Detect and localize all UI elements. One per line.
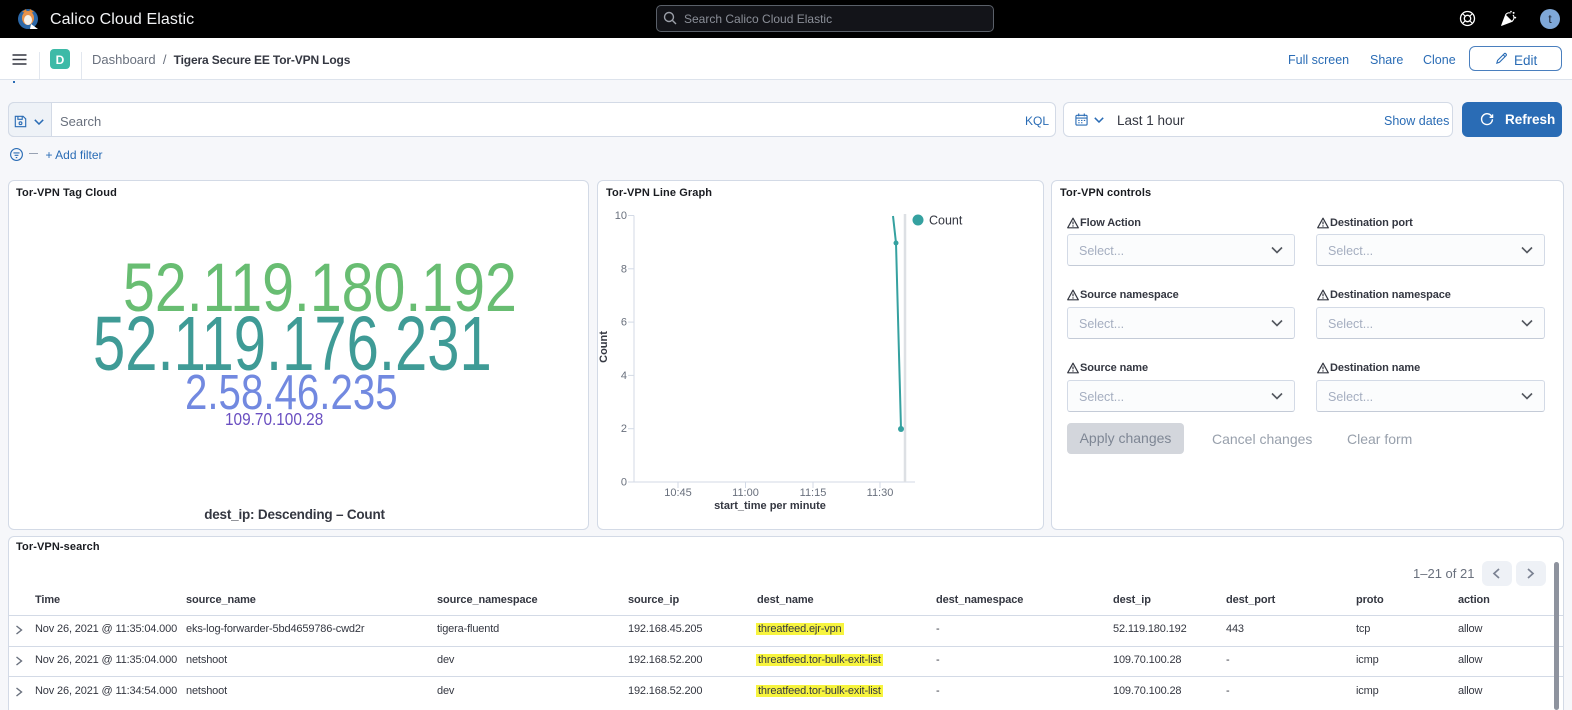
svg-text:Count: Count	[929, 214, 963, 228]
svg-text:6: 6	[621, 317, 627, 329]
svg-text:0: 0	[621, 477, 627, 489]
svg-text:start_time per minute: start_time per minute	[714, 500, 826, 512]
svg-text:11:15: 11:15	[800, 487, 827, 499]
svg-text:10:45: 10:45	[664, 487, 692, 499]
svg-text:Count: Count	[598, 331, 610, 363]
svg-text:10: 10	[615, 210, 627, 222]
svg-text:8: 8	[621, 263, 627, 275]
svg-text:11:30: 11:30	[867, 487, 894, 499]
svg-text:2: 2	[621, 423, 627, 435]
svg-text:11:00: 11:00	[732, 487, 759, 499]
svg-text:4: 4	[621, 370, 627, 382]
